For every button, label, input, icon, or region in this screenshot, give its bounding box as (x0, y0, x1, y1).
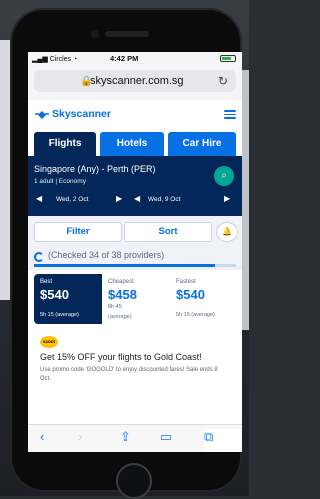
progress-bar (34, 264, 236, 267)
search-icon[interactable]: ⌕ (214, 166, 234, 186)
progress-bar-fill (34, 264, 215, 267)
passengers: 1 adult (34, 178, 54, 185)
date-selector: ◀ Wed, 2 Oct ▶ ◀ Wed, 9 Oct ▶ (28, 194, 242, 210)
camera (91, 30, 99, 38)
signal-icon: ▂▄▆ (32, 56, 48, 63)
best-label: Best (40, 279, 53, 285)
filter-bar: Filter Sort 🔔 (28, 216, 242, 246)
forward-icon[interactable]: › (78, 429, 82, 444)
cabin-class: Economy (58, 178, 86, 185)
cheapest-option-card[interactable]: Cheapest $458 8h 45 (average) (102, 274, 170, 324)
browser-toolbar: ‹ › ⇪ ▭ ⧉ (28, 424, 242, 452)
tab-flights[interactable]: Flights (34, 132, 96, 156)
next-return-icon[interactable]: ▶ (224, 194, 230, 203)
prev-depart-icon[interactable]: ◀ (36, 194, 42, 203)
status-bar: ▂▄▆ Circles ◔ 4:42 PM (28, 52, 242, 66)
carrier-name: Circles (49, 56, 72, 63)
loading-spinner-icon (34, 252, 44, 262)
product-tabs: Flights Hotels Car Hire (28, 128, 242, 156)
fastest-label: Fastest (176, 279, 196, 285)
filter-button[interactable]: Filter (34, 222, 122, 242)
status-left: ▂▄▆ Circles ◔ (32, 55, 77, 63)
best-price: $540 (40, 287, 69, 302)
url-field[interactable]: 🔒 skyscanner.com.sg ↻ (34, 70, 236, 92)
promo-title: Get 15% OFF your flights to Gold Coast! (40, 352, 202, 362)
depart-date[interactable]: Wed, 2 Oct (56, 196, 88, 203)
brand-logo[interactable]: Skyscanner (52, 108, 111, 120)
tabs-icon[interactable]: ⧉ (204, 429, 242, 452)
screen: ▂▄▆ Circles ◔ 4:42 PM 🔒 skyscanner.com.s… (28, 52, 242, 452)
share-icon[interactable]: ⇪ (120, 429, 131, 445)
cheapest-duration: 8h 45 (108, 304, 122, 310)
url-text: skyscanner.com.sg (90, 75, 184, 87)
status-time: 4:42 PM (110, 54, 139, 63)
speaker (105, 31, 149, 37)
cheapest-average: (average) (108, 314, 132, 320)
result-summary-cards: Best $540 5h 15 (average) Cheapest $458 … (34, 274, 236, 324)
tab-hotels[interactable]: Hotels (100, 132, 164, 156)
wifi-icon: ◔ (73, 56, 78, 63)
cheapest-label: Cheapest (108, 279, 134, 285)
site-header: Skyscanner (28, 100, 242, 128)
passenger-info: 1 adult | Economy (34, 178, 86, 185)
promo-body: Use promo code 'GOGOLD' to enjoy discoun… (40, 367, 218, 382)
return-date[interactable]: Wed, 9 Oct (148, 196, 180, 203)
fastest-price: $540 (176, 287, 205, 302)
sort-button[interactable]: Sort (124, 222, 212, 242)
prev-return-icon[interactable]: ◀ (134, 194, 140, 203)
fastest-option-card[interactable]: Fastest $540 5h 15 (average) (170, 274, 238, 324)
back-icon[interactable]: ‹ (40, 429, 44, 444)
tab-car-hire[interactable]: Car Hire (168, 132, 236, 156)
reload-icon[interactable]: ↻ (218, 74, 228, 88)
best-option-card[interactable]: Best $540 5h 15 (average) (34, 274, 102, 324)
bookmarks-icon[interactable]: ▭ (160, 429, 172, 445)
skyscanner-logo-icon (35, 111, 49, 119)
next-depart-icon[interactable]: ▶ (116, 194, 122, 203)
best-duration: 5h 15 (average) (40, 312, 79, 318)
promo-banner[interactable]: scoot Get 15% OFF your flights to Gold C… (34, 330, 236, 396)
scoot-logo: scoot (40, 336, 58, 348)
search-progress: (Checked 34 of 38 providers) (28, 246, 242, 270)
search-summary[interactable]: Singapore (Any) - Perth (PER) 1 adult | … (28, 156, 242, 216)
cheapest-price: $458 (108, 287, 137, 302)
browser-url-bar: 🔒 skyscanner.com.sg ↻ (28, 66, 242, 101)
progress-text: (Checked 34 of 38 providers) (48, 250, 165, 260)
fastest-duration: 5h 15 (average) (176, 312, 215, 318)
route-text: Singapore (Any) - Perth (PER) (34, 164, 156, 174)
battery-icon (220, 55, 236, 62)
phone-frame: ▂▄▆ Circles ◔ 4:42 PM 🔒 skyscanner.com.s… (10, 8, 242, 499)
menu-icon[interactable] (224, 108, 236, 119)
home-button[interactable] (116, 463, 152, 499)
bell-icon[interactable]: 🔔 (216, 222, 238, 242)
